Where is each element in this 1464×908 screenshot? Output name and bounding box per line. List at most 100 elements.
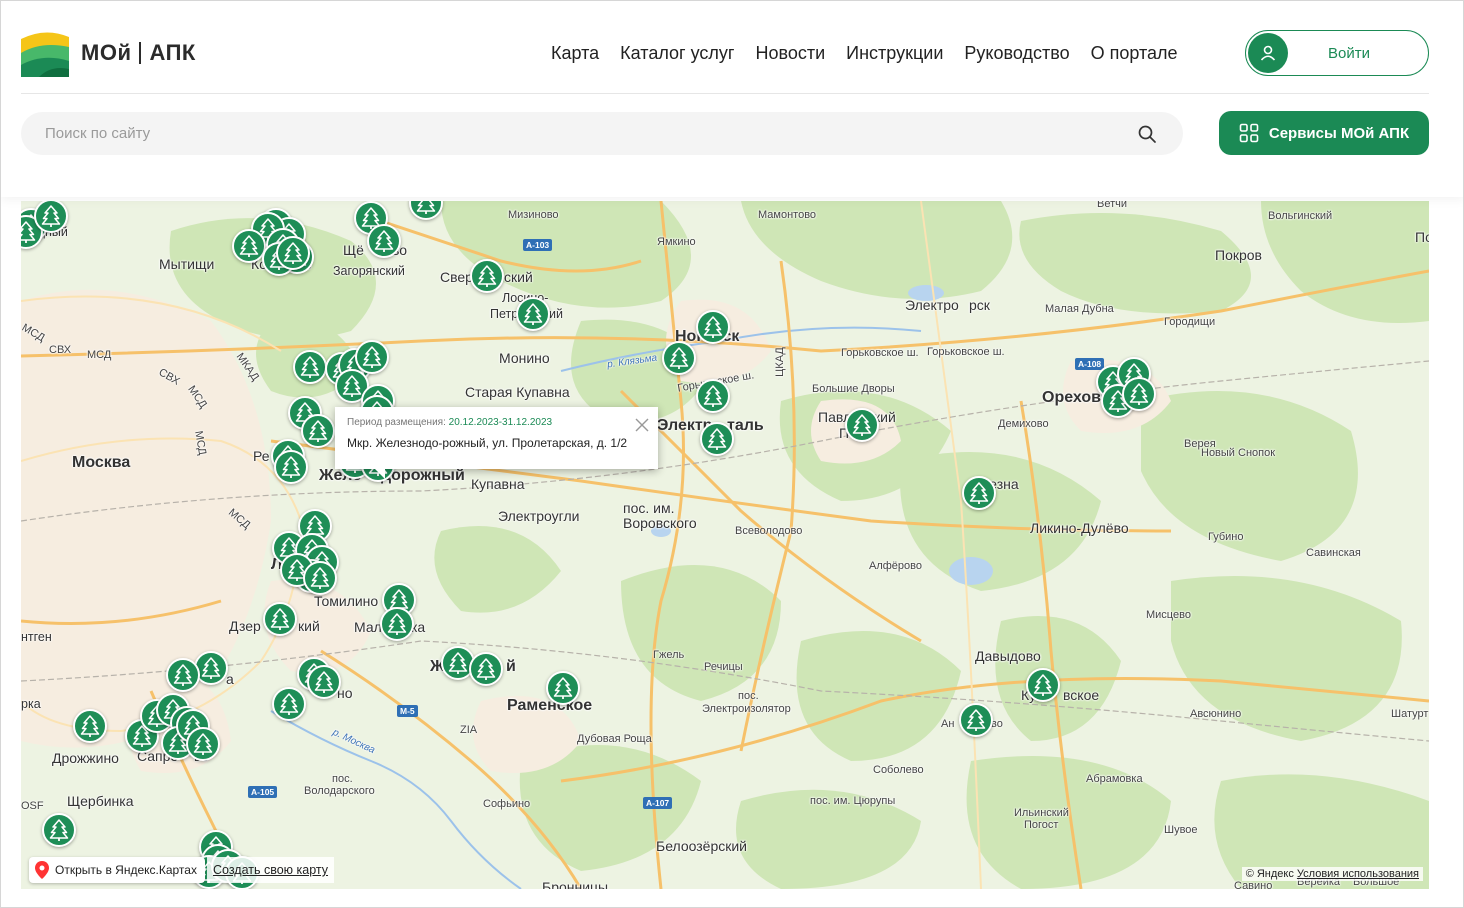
services-button[interactable]: Сервисы МОй АПК — [1219, 111, 1429, 155]
tree-icon — [1033, 674, 1053, 696]
tree-marker[interactable] — [696, 379, 730, 413]
tree-marker[interactable] — [263, 602, 297, 636]
balloon-period-label: Период размещения: — [347, 417, 446, 428]
tree-icon — [342, 375, 362, 397]
logo-divider — [139, 42, 142, 64]
tree-marker[interactable] — [272, 687, 306, 721]
tree-marker[interactable] — [166, 658, 200, 692]
tree-icon — [201, 657, 221, 679]
nav-management[interactable]: Руководство — [964, 43, 1069, 64]
tree-marker[interactable] — [301, 414, 335, 448]
nav-instructions[interactable]: Инструкции — [846, 43, 943, 64]
search-input[interactable] — [21, 112, 1101, 155]
tree-marker[interactable] — [1026, 668, 1060, 702]
tree-marker[interactable] — [845, 408, 879, 442]
tree-icon — [283, 242, 303, 264]
tree-marker[interactable] — [696, 310, 730, 344]
tree-icon — [193, 733, 213, 755]
tree-marker[interactable] — [962, 476, 996, 510]
logo-text: МОй АПК — [81, 40, 196, 66]
road-badge: M-5 — [397, 705, 418, 717]
tree-icon — [553, 677, 573, 699]
tree-marker[interactable] — [232, 229, 266, 263]
map[interactable]: рудный Мытищи Ко в Щё во Загорянский Све… — [21, 201, 1429, 889]
tree-marker[interactable] — [516, 297, 550, 331]
tree-icon — [387, 613, 407, 635]
tree-icon — [966, 709, 986, 731]
tree-icon — [969, 482, 989, 504]
tree-marker[interactable] — [274, 450, 308, 484]
logo-part-1: МОй — [81, 40, 132, 65]
tree-marker[interactable] — [1122, 377, 1156, 411]
tree-icon — [310, 567, 330, 589]
nav-about[interactable]: О портале — [1091, 43, 1178, 64]
tree-marker[interactable] — [469, 652, 503, 686]
road-badge: A-103 — [523, 239, 553, 251]
tree-icon — [416, 201, 436, 214]
balloon-address: Мкр. Железнодо-рожный, ул. Пролетарская,… — [347, 436, 628, 450]
tree-icon — [173, 664, 193, 686]
tree-marker[interactable] — [355, 340, 389, 374]
map-base — [21, 201, 1429, 889]
road-badge: A-107 — [643, 797, 673, 809]
copyright-text: © Яндекс — [1245, 868, 1294, 880]
search-icon[interactable] — [1137, 124, 1157, 144]
tree-icon — [374, 230, 394, 252]
copyright: © Яндекс Условия использования — [1241, 867, 1423, 881]
main-nav: Карта Каталог услуг Новости Инструкции Р… — [551, 43, 1178, 64]
tree-marker[interactable] — [662, 341, 696, 375]
tree-icon — [703, 316, 723, 338]
tree-icon — [279, 693, 299, 715]
tree-marker[interactable] — [42, 813, 76, 847]
tree-icon — [281, 456, 301, 478]
tree-icon — [300, 356, 320, 378]
tree-icon — [477, 265, 497, 287]
tree-marker[interactable] — [959, 703, 993, 737]
info-balloon: Период размещения: 20.12.2023-31.12.2023… — [335, 407, 658, 479]
tree-icon — [80, 715, 100, 737]
nav-news[interactable]: Новости — [755, 43, 825, 64]
open-yandex-label: Открыть в Яндекс.Картах — [55, 863, 197, 877]
tree-marker[interactable] — [546, 671, 580, 705]
balloon-period-dates: 20.12.2023-31.12.2023 — [448, 417, 553, 428]
balloon-period: Период размещения: 20.12.2023-31.12.2023 — [347, 417, 646, 428]
tree-icon — [308, 420, 328, 442]
tree-icon — [49, 819, 69, 841]
page-frame: МОй АПК Карта Каталог услуг Новости Инст… — [0, 0, 1464, 908]
tree-icon — [1129, 383, 1149, 405]
nav-map[interactable]: Карта — [551, 43, 599, 64]
tree-icon — [476, 658, 496, 680]
open-yandex-maps-button[interactable]: Открыть в Яндекс.Картах — [29, 857, 205, 883]
create-map-link[interactable]: Создать свою карту — [207, 857, 335, 883]
tree-icon — [707, 428, 727, 450]
tree-marker[interactable] — [303, 561, 337, 595]
tree-icon — [703, 385, 723, 407]
site-header: МОй АПК Карта Каталог услуг Новости Инст… — [1, 1, 1463, 197]
tree-icon — [852, 414, 872, 436]
tree-marker[interactable] — [276, 236, 310, 270]
road-badge: A-105 — [248, 786, 278, 798]
tree-marker[interactable] — [293, 350, 327, 384]
login-button[interactable]: Войти — [1245, 30, 1429, 76]
road-badge: A-108 — [1075, 358, 1105, 370]
grid-icon — [1239, 123, 1259, 143]
pin-icon — [35, 861, 49, 879]
tree-marker[interactable] — [73, 709, 107, 743]
tree-icon — [41, 205, 61, 227]
logo[interactable]: МОй АПК — [21, 29, 196, 77]
tree-marker[interactable] — [186, 727, 220, 761]
terms-link[interactable]: Условия использования — [1297, 868, 1419, 880]
tree-marker[interactable] — [470, 259, 504, 293]
tree-marker[interactable] — [307, 665, 341, 699]
tree-marker[interactable] — [367, 224, 401, 258]
user-icon — [1248, 33, 1288, 73]
tree-marker[interactable] — [700, 422, 734, 456]
tree-icon — [362, 346, 382, 368]
tree-marker[interactable] — [380, 607, 414, 641]
tree-icon — [314, 671, 334, 693]
tree-icon — [270, 608, 290, 630]
close-icon[interactable] — [634, 417, 650, 433]
tree-icon — [21, 221, 36, 243]
logo-icon — [21, 32, 69, 77]
nav-catalog[interactable]: Каталог услуг — [620, 43, 734, 64]
